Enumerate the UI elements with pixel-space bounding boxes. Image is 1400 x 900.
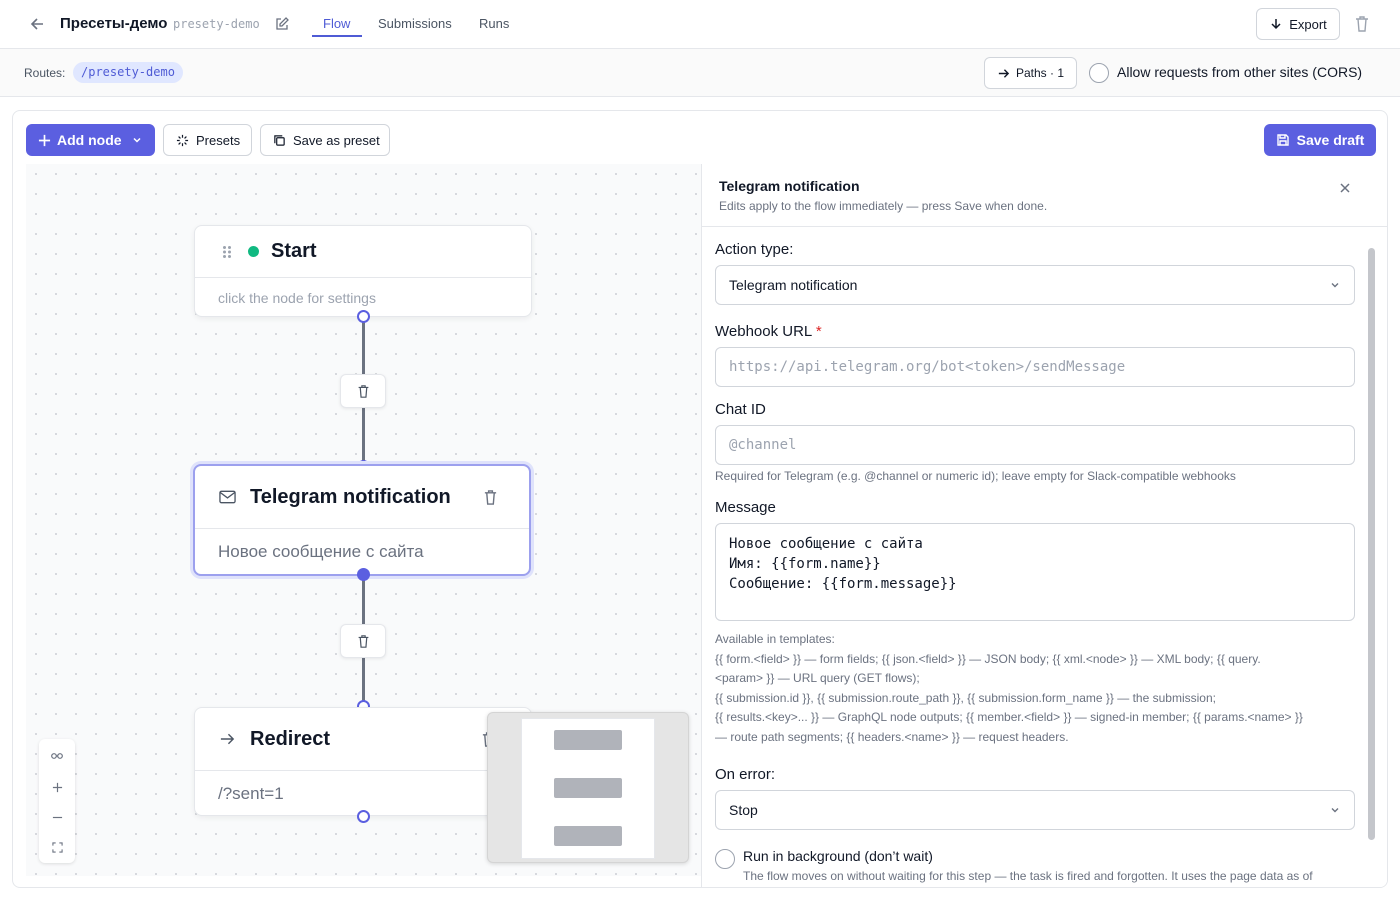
on-error-select[interactable]: Stop bbox=[715, 790, 1355, 830]
node-title: Telegram notification bbox=[250, 485, 451, 508]
help-line: {{ submission.id }}, {{ submission.route… bbox=[715, 690, 1216, 705]
chevron-down-icon bbox=[1331, 808, 1339, 813]
export-label: Export bbox=[1289, 16, 1327, 32]
run-in-background-help: The flow moves on without waiting for th… bbox=[743, 869, 1313, 883]
trash-icon bbox=[358, 384, 368, 398]
zoom-out-icon[interactable] bbox=[39, 802, 75, 832]
top-bar: Пресеты-демо presety-demo Flow Submissio… bbox=[0, 0, 1400, 49]
chat-id-placeholder: @channel bbox=[729, 437, 797, 453]
node-title: Start bbox=[271, 240, 317, 262]
route-pill[interactable]: /presety-demo bbox=[73, 62, 183, 83]
trash-icon[interactable] bbox=[1354, 15, 1370, 33]
edit-icon[interactable] bbox=[274, 16, 290, 32]
help-line: {{ results.<key>... }} — GraphQL node ou… bbox=[715, 710, 1303, 724]
back-arrow-icon[interactable] bbox=[28, 14, 48, 34]
message-textarea[interactable]: Новое сообщение с сайта Имя: {{form.name… bbox=[715, 523, 1355, 621]
flow-canvas[interactable]: Start click the node for settings Telegr… bbox=[26, 164, 701, 876]
add-node-button[interactable]: Add node bbox=[26, 124, 155, 156]
tab-submissions[interactable]: Submissions bbox=[378, 16, 452, 31]
close-icon[interactable] bbox=[1338, 181, 1352, 195]
node-start[interactable]: Start click the node for settings bbox=[194, 225, 532, 317]
node-telegram-output-handle[interactable] bbox=[357, 568, 370, 581]
status-dot bbox=[248, 246, 259, 257]
node-settings-panel: Telegram notification Edits apply to the… bbox=[701, 164, 1387, 887]
cors-label: Allow requests from other sites (CORS) bbox=[1117, 64, 1363, 80]
node-start-output-handle[interactable] bbox=[357, 310, 370, 323]
run-in-background-checkbox[interactable] bbox=[715, 849, 735, 869]
fullscreen-icon[interactable] bbox=[39, 832, 75, 862]
node-title: Redirect bbox=[250, 727, 331, 750]
save-draft-label: Save draft bbox=[1296, 132, 1365, 148]
download-arrow-icon bbox=[1271, 19, 1281, 30]
minimap-node bbox=[554, 778, 622, 798]
page-title: Пресеты-демо bbox=[60, 15, 168, 32]
panel-header: Telegram notification Edits apply to the… bbox=[702, 164, 1387, 227]
chat-id-input[interactable]: @channel bbox=[715, 425, 1355, 465]
node-redirect[interactable]: Redirect /?sent=1 bbox=[194, 707, 532, 816]
flow-editor-card: Add node Presets Save as preset Save dra… bbox=[12, 110, 1388, 888]
scrollbar-thumb[interactable] bbox=[1368, 248, 1375, 840]
on-error-value: Stop bbox=[729, 802, 758, 818]
webhook-url-placeholder: https://api.telegram.org/bot<token>/send… bbox=[729, 359, 1126, 375]
help-line: <param> }} — URL query (GET flows); bbox=[715, 671, 920, 685]
canvas-controls bbox=[39, 739, 75, 863]
plus-icon bbox=[38, 134, 51, 146]
panel-title: Telegram notification bbox=[719, 178, 860, 194]
trash-icon[interactable] bbox=[483, 489, 498, 506]
sparkle-icon bbox=[176, 134, 189, 146]
cors-checkbox[interactable] bbox=[1089, 63, 1109, 83]
copy-icon bbox=[274, 134, 285, 146]
webhook-url-label: Webhook URL * bbox=[715, 323, 822, 340]
arrow-right-icon bbox=[220, 733, 235, 745]
arrow-right-icon bbox=[998, 68, 1010, 78]
message-label: Message bbox=[715, 499, 776, 516]
chevron-down-icon bbox=[133, 137, 141, 143]
chat-id-label: Chat ID bbox=[715, 401, 766, 418]
save-as-preset-button[interactable]: Save as preset bbox=[260, 124, 390, 156]
save-icon bbox=[1276, 134, 1289, 146]
drag-handle-icon[interactable] bbox=[222, 245, 232, 259]
presets-label: Presets bbox=[196, 132, 241, 148]
help-line: {{ form.<field> }} — form fields; {{ jso… bbox=[715, 651, 1261, 666]
chevron-down-icon bbox=[1331, 283, 1339, 288]
on-error-label: On error: bbox=[715, 766, 776, 783]
save-as-preset-label: Save as preset bbox=[293, 132, 380, 148]
templates-help: Available in templates: {{ form.<field> … bbox=[715, 630, 1303, 747]
action-type-label: Action type: bbox=[715, 241, 794, 258]
tab-runs[interactable]: Runs bbox=[479, 16, 509, 31]
required-asterisk: * bbox=[815, 323, 822, 340]
page-slug: presety-demo bbox=[173, 17, 260, 31]
run-in-background-label: Run in background (don’t wait) bbox=[743, 848, 933, 864]
zoom-in-icon[interactable] bbox=[39, 772, 75, 802]
node-redirect-output-handle[interactable] bbox=[357, 810, 370, 823]
node-telegram-notification[interactable]: Telegram notification Новое сообщение с … bbox=[193, 464, 531, 576]
edge-delete-button[interactable] bbox=[340, 624, 386, 658]
help-line: Available in templates: bbox=[715, 632, 835, 646]
action-type-select[interactable]: Telegram notification bbox=[715, 265, 1355, 305]
save-draft-button[interactable]: Save draft bbox=[1264, 124, 1376, 156]
webhook-url-input[interactable]: https://api.telegram.org/bot<token>/send… bbox=[715, 347, 1355, 387]
paths-label: Paths · 1 bbox=[1015, 66, 1065, 80]
routes-label: Routes: bbox=[24, 66, 66, 80]
add-node-label: Add node bbox=[57, 132, 122, 148]
active-tab-indicator bbox=[312, 35, 362, 37]
panel-scrollbar[interactable] bbox=[1368, 238, 1375, 880]
minimap-node bbox=[554, 730, 622, 750]
mail-icon bbox=[219, 490, 236, 504]
minimap[interactable] bbox=[487, 712, 689, 863]
chat-id-help: Required for Telegram (e.g. @channel or … bbox=[715, 469, 1236, 483]
trash-icon bbox=[358, 634, 368, 648]
action-type-value: Telegram notification bbox=[729, 277, 858, 293]
export-button[interactable]: Export bbox=[1256, 8, 1340, 40]
paths-button[interactable]: Paths · 1 bbox=[984, 57, 1077, 89]
fit-link-icon[interactable] bbox=[39, 741, 75, 771]
minimap-node bbox=[554, 826, 622, 846]
help-line: — route path segments; {{ headers.<name>… bbox=[715, 729, 1069, 744]
webhook-url-label-text: Webhook URL bbox=[715, 323, 812, 340]
panel-subtitle: Edits apply to the flow immediately — pr… bbox=[719, 199, 1048, 213]
edge-delete-button[interactable] bbox=[340, 374, 386, 408]
routes-bar: Routes: /presety-demo Paths · 1 Allow re… bbox=[0, 49, 1400, 97]
tab-flow[interactable]: Flow bbox=[323, 16, 350, 31]
presets-button[interactable]: Presets bbox=[163, 124, 252, 156]
